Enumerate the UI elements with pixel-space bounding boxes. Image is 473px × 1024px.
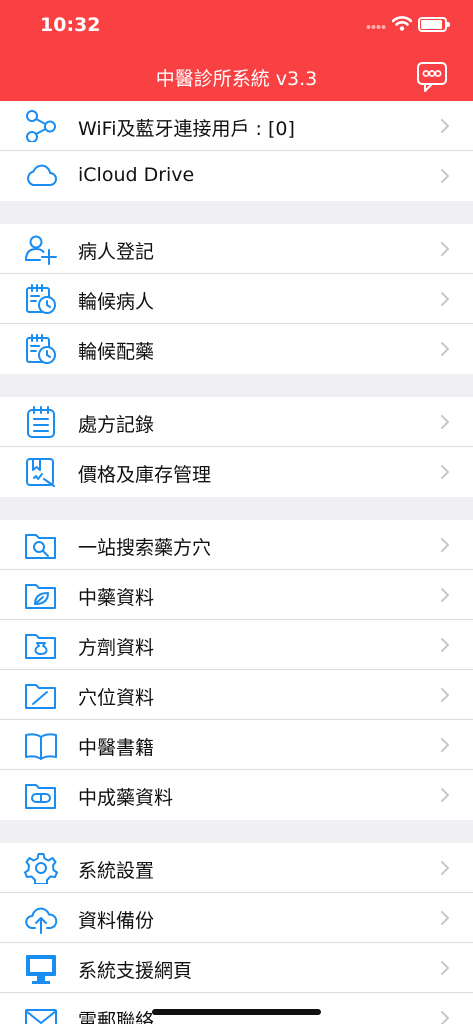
menu-item-waiting-dispensing[interactable]: 輪候配藥 <box>0 324 473 374</box>
menu-item-system-settings[interactable]: 系統設置 <box>0 843 473 893</box>
battery-icon <box>418 17 450 32</box>
folder-search-icon <box>25 534 56 559</box>
section-separator <box>0 374 473 397</box>
chevron-right-icon <box>441 688 449 702</box>
menu-item-label: 處方記錄 <box>78 414 155 436</box>
folder-capsule-icon <box>25 784 56 809</box>
cloud-icon <box>27 164 57 186</box>
menu-item-herb-data[interactable]: 中藥資料 <box>0 570 473 620</box>
menu-item-label: 病人登記 <box>78 241 155 263</box>
status-time: 10:32 <box>40 14 101 36</box>
menu-item-label: 價格及庫存管理 <box>78 464 212 486</box>
signal-icon <box>366 25 386 29</box>
menu-item-label: WiFi及藍牙連接用戶 : [0] <box>78 118 295 140</box>
menu-item-label: 一站搜索藥方穴 <box>78 537 212 559</box>
menu-item-patient-registration[interactable]: 病人登記 <box>0 224 473 274</box>
chevron-right-icon <box>441 415 449 429</box>
folder-leaf-icon <box>25 584 56 609</box>
calendar-clock-icon <box>26 334 56 364</box>
menu-item-support-website[interactable]: 系統支援網頁 <box>0 943 473 993</box>
menu-item-label: 資料備份 <box>78 910 155 932</box>
menu-item-label: 穴位資料 <box>78 687 155 709</box>
chevron-right-icon <box>441 961 449 975</box>
folder-pouch-icon <box>25 634 56 659</box>
envelope-icon <box>25 1009 57 1024</box>
chevron-right-icon <box>441 861 449 875</box>
folder-needle-icon <box>25 684 56 709</box>
chevron-right-icon <box>441 638 449 652</box>
price-tag-icon <box>26 458 55 487</box>
menu-item-data-backup[interactable]: 資料備份 <box>0 893 473 943</box>
chevron-right-icon <box>441 538 449 552</box>
chevron-right-icon <box>441 342 449 356</box>
menu-item-label: 方劑資料 <box>78 637 155 659</box>
chevron-right-icon <box>441 242 449 256</box>
notepad-icon <box>27 406 55 438</box>
menu-item-patent-medicine-data[interactable]: 中成藥資料 <box>0 770 473 820</box>
message-button[interactable] <box>415 60 449 94</box>
menu-item-label: 系統設置 <box>78 860 155 882</box>
gear-icon <box>24 853 58 884</box>
chevron-right-icon <box>441 588 449 602</box>
menu-item-price-inventory[interactable]: 價格及庫存管理 <box>0 447 473 497</box>
cloud-upload-icon <box>25 907 58 934</box>
open-book-icon <box>25 733 57 760</box>
menu-item-label: 中成藥資料 <box>78 787 174 809</box>
menu-item-label: 中醫書籍 <box>78 737 155 759</box>
menu-item-prescription-records[interactable]: 處方記錄 <box>0 397 473 447</box>
menu-item-one-stop-search[interactable]: 一站搜索藥方穴 <box>0 520 473 570</box>
menu-item-icloud-drive[interactable]: iCloud Drive <box>0 151 473 201</box>
menu-item-formula-data[interactable]: 方劑資料 <box>0 620 473 670</box>
menu-item-tcm-books[interactable]: 中醫書籍 <box>0 720 473 770</box>
monitor-icon <box>26 955 56 984</box>
menu-item-label: 輪候配藥 <box>78 341 155 363</box>
menu-item-label: 電郵聯絡 <box>78 1010 155 1024</box>
chevron-right-icon <box>441 119 449 133</box>
chevron-right-icon <box>441 738 449 752</box>
chevron-right-icon <box>441 292 449 306</box>
menu-item-waiting-patients[interactable]: 輪候病人 <box>0 274 473 324</box>
menu-item-wifi-bluetooth-users[interactable]: WiFi及藍牙連接用戶 : [0] <box>0 101 473 151</box>
chevron-right-icon <box>441 911 449 925</box>
chevron-right-icon <box>441 465 449 479</box>
chevron-right-icon <box>441 1011 449 1024</box>
menu-item-label: 中藥資料 <box>78 587 155 609</box>
section-separator <box>0 201 473 224</box>
page-title: 中醫診所系統 v3.3 <box>155 68 318 90</box>
menu-item-label: 輪候病人 <box>78 291 155 313</box>
add-user-icon <box>25 235 57 265</box>
home-indicator[interactable] <box>152 1009 321 1015</box>
menu-item-label: 系統支援網頁 <box>78 960 193 982</box>
section-separator <box>0 497 473 520</box>
share-nodes-icon <box>26 110 56 142</box>
calendar-clock-icon <box>26 284 56 314</box>
chevron-right-icon <box>441 169 449 183</box>
section-separator <box>0 820 473 843</box>
header-bar: 10:32 中醫診所系統 v3.3 <box>0 0 473 101</box>
main-menu-list: WiFi及藍牙連接用戶 : [0] iCloud Drive 病人登記輪候病人輪候配… <box>0 101 473 1024</box>
wifi-icon <box>392 16 412 31</box>
menu-item-acupoint-data[interactable]: 穴位資料 <box>0 670 473 720</box>
chevron-right-icon <box>441 788 449 802</box>
menu-item-label: iCloud Drive <box>78 164 195 186</box>
